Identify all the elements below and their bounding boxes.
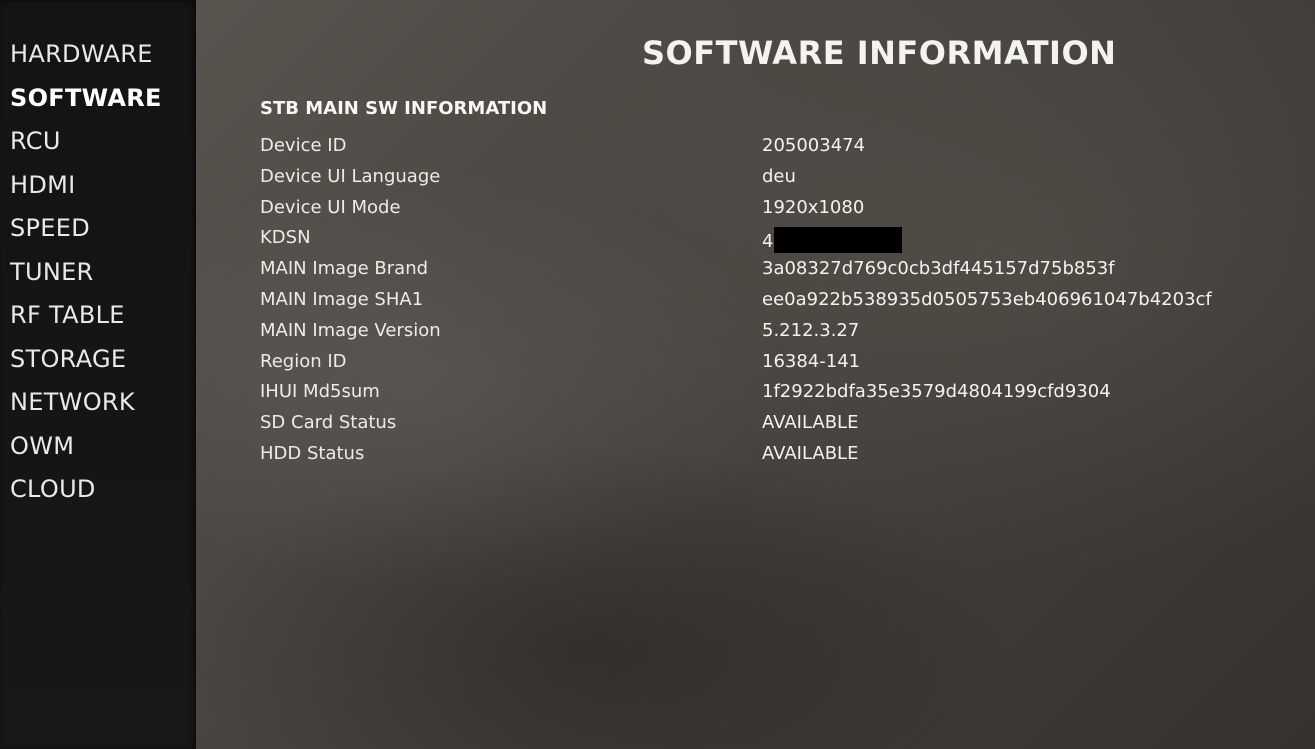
- info-row: Device UI Mode 1920x1080: [260, 193, 1310, 224]
- info-label: Device ID: [260, 135, 347, 156]
- info-value: deu: [762, 165, 796, 187]
- info-label: SD Card Status: [260, 412, 397, 434]
- info-label: Region ID: [260, 350, 347, 372]
- info-value: 4: [762, 231, 774, 253]
- info-table: Device ID 205003474 Device UI Language deu D…: [260, 131, 1310, 470]
- info-label: HDD Status: [260, 442, 365, 464]
- info-value-cell: 4: [762, 227, 903, 254]
- info-row: MAIN Image SHA1 ee0a922b538935d0505753eb4…: [260, 285, 1310, 316]
- info-value: 16384-141: [762, 350, 861, 372]
- info-label: Device UI Language: [260, 165, 441, 187]
- info-value: 3a08327d769c0cb3df445157d75b853f: [762, 258, 1115, 280]
- sidebar-item-rf-table[interactable]: RF TABLE: [10, 295, 162, 339]
- info-value: AVAILABLE: [762, 442, 859, 464]
- sidebar-item-rcu[interactable]: RCU: [10, 121, 162, 165]
- info-row: MAIN Image Version 5.212.3.27: [260, 316, 1310, 347]
- info-row: HDD Status AVAILABLE: [260, 439, 1310, 470]
- info-value: 1920x1080: [762, 196, 865, 218]
- info-row: SD Card Status AVAILABLE: [260, 408, 1310, 439]
- info-value-cell: AVAILABLE: [762, 443, 858, 464]
- sidebar-menu: HARDWARE SOFTWARE RCU HDMI SPEED TUNER RF TABL…: [10, 34, 162, 513]
- main-panel: SOFTWARE INFORMATION STB MAIN SW INFORMA…: [196, 0, 1315, 749]
- info-value-cell: 205003474: [762, 135, 865, 156]
- info-row: KDSN 4: [260, 223, 1310, 254]
- info-label: MAIN Image Version: [260, 319, 441, 341]
- info-row: MAIN Image Brand 3a08327d769c0cb3df445157…: [260, 254, 1310, 285]
- sidebar-item-speed[interactable]: SPEED: [10, 208, 162, 252]
- screen: HARDWARE SOFTWARE RCU HDMI SPEED TUNER RF TABL…: [0, 0, 1315, 749]
- info-value-cell: deu: [762, 166, 796, 187]
- info-value-cell: 1920x1080: [762, 197, 864, 218]
- info-value-cell: ee0a922b538935d0505753eb406961047b4203cf: [762, 289, 1212, 310]
- sidebar-item-software[interactable]: SOFTWARE: [10, 78, 162, 122]
- info-value: ee0a922b538935d0505753eb406961047b4203cf: [762, 288, 1212, 310]
- info-value-cell: 5.212.3.27: [762, 320, 859, 341]
- info-row: IHUI Md5sum 1f2922bdfa35e3579d4804199cfd9…: [260, 377, 1310, 408]
- sidebar-item-hdmi[interactable]: HDMI: [10, 165, 162, 209]
- info-row: Region ID 16384-141: [260, 347, 1310, 378]
- sidebar-item-network[interactable]: NETWORK: [10, 382, 162, 426]
- info-label: KDSN: [260, 227, 311, 249]
- info-value: 205003474: [762, 135, 866, 156]
- info-value: AVAILABLE: [762, 412, 859, 434]
- sidebar-item-owm[interactable]: OWM: [10, 426, 162, 470]
- sidebar-item-tuner[interactable]: TUNER: [10, 252, 162, 296]
- info-value: 1f2922bdfa35e3579d4804199cfd9304: [762, 381, 1111, 403]
- info-value-cell: 3a08327d769c0cb3df445157d75b853f: [762, 258, 1115, 279]
- sidebar-item-storage[interactable]: STORAGE: [10, 339, 162, 383]
- info-value: 5.212.3.27: [762, 319, 860, 341]
- sidebar-item-cloud[interactable]: CLOUD: [10, 469, 162, 513]
- page-title: SOFTWARE INFORMATION: [642, 34, 1117, 72]
- redaction-bar: [774, 227, 903, 254]
- info-label: Device UI Mode: [260, 196, 401, 218]
- info-value-cell: AVAILABLE: [762, 412, 858, 433]
- info-label: MAIN Image Brand: [260, 258, 429, 280]
- info-row: Device ID 205003474: [260, 131, 1310, 162]
- info-label: IHUI Md5sum: [260, 381, 380, 403]
- section-title: STB MAIN SW INFORMATION: [260, 98, 548, 119]
- sidebar: HARDWARE SOFTWARE RCU HDMI SPEED TUNER RF TABL…: [0, 0, 196, 749]
- info-row: Device UI Language deu: [260, 162, 1310, 193]
- info-value-cell: 16384-141: [762, 351, 860, 372]
- info-label: MAIN Image SHA1: [260, 288, 424, 310]
- info-value-cell: 1f2922bdfa35e3579d4804199cfd9304: [762, 381, 1111, 402]
- sidebar-item-hardware[interactable]: HARDWARE: [10, 34, 162, 78]
